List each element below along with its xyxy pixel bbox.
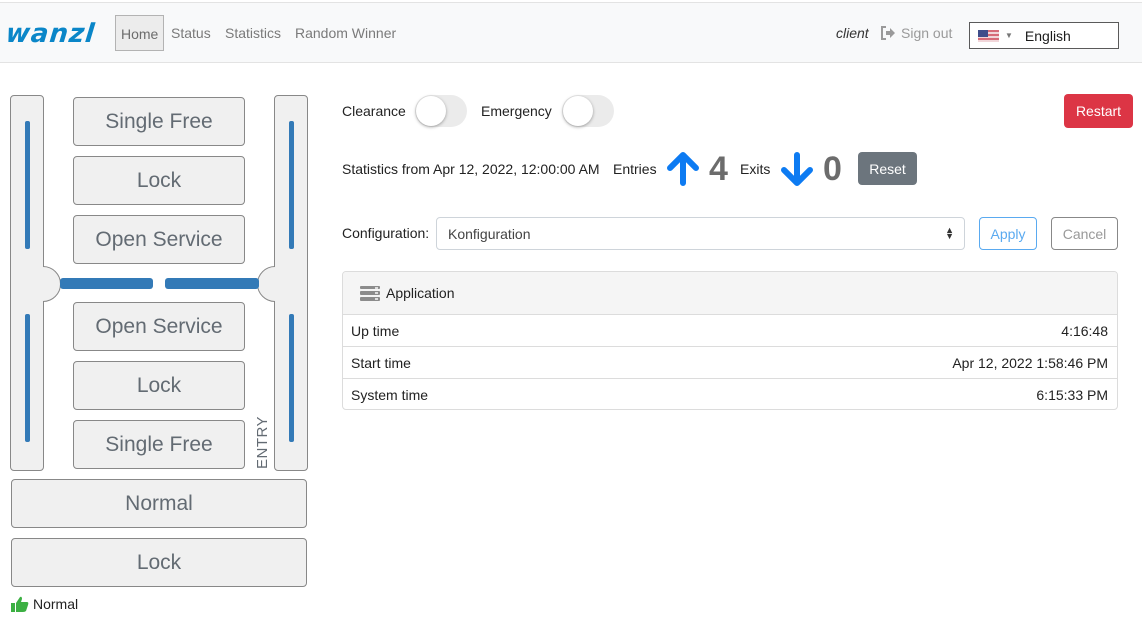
exits-label: Exits <box>740 161 771 177</box>
nav-statistics[interactable]: Statistics <box>225 15 281 51</box>
reset-button[interactable]: Reset <box>858 152 917 185</box>
info-label: Up time <box>351 322 400 339</box>
toggle-knob <box>416 96 446 126</box>
mode-lock-button[interactable]: Lock <box>11 538 307 587</box>
statistics-from: Statistics from Apr 12, 2022, 12:00:00 A… <box>342 161 600 177</box>
entries-label: Entries <box>613 161 657 177</box>
upper-mode-lock-button[interactable]: Lock <box>73 156 245 205</box>
info-row-up-time: Up time 4:16:48 <box>343 315 1117 347</box>
nav-status[interactable]: Status <box>171 15 211 51</box>
us-flag-icon <box>978 29 999 42</box>
arrow-down-icon <box>781 152 813 186</box>
clearance-toggle[interactable] <box>415 95 467 127</box>
gate-arm-left <box>60 278 153 289</box>
nav-random-winner[interactable]: Random Winner <box>295 15 396 51</box>
arrow-up-icon <box>667 152 699 186</box>
gate-status: Normal <box>11 596 78 612</box>
gate-post-right <box>274 95 308 471</box>
application-title: Application <box>386 285 455 301</box>
lower-mode-open-service-button[interactable]: Open Service <box>73 302 245 351</box>
info-label: System time <box>351 387 429 403</box>
post-indicator <box>25 121 30 249</box>
entry-label: ENTRY <box>254 415 271 469</box>
select-arrows-icon: ▲ ▼ <box>945 225 954 241</box>
cancel-button[interactable]: Cancel <box>1051 217 1118 250</box>
mode-normal-button[interactable]: Normal <box>11 479 307 528</box>
clearance-label: Clearance <box>342 103 406 119</box>
info-row-system-time: System time 6:15:33 PM <box>343 379 1117 409</box>
restart-button[interactable]: Restart <box>1064 94 1133 128</box>
navbar: wanzl Home Status Statistics Random Winn… <box>0 2 1142 63</box>
info-value: 4:16:48 <box>1061 322 1108 339</box>
emergency-toggle[interactable] <box>562 95 614 127</box>
server-icon <box>360 285 380 301</box>
post-indicator <box>289 121 294 249</box>
sign-out-link[interactable]: Sign out <box>880 25 952 41</box>
upper-mode-single-free-button[interactable]: Single Free <box>73 97 245 146</box>
nav-home[interactable]: Home <box>115 15 165 51</box>
lower-mode-single-free-button[interactable]: Single Free <box>73 420 245 469</box>
upper-mode-open-service-button[interactable]: Open Service <box>73 215 245 264</box>
sign-out-label: Sign out <box>901 25 953 41</box>
post-indicator <box>289 314 294 442</box>
lower-mode-lock-button[interactable]: Lock <box>73 361 245 410</box>
language-label: English <box>1024 27 1071 44</box>
info-value: Apr 12, 2022 1:58:46 PM <box>952 354 1108 371</box>
application-card-header: Application <box>343 272 1117 315</box>
thumbs-up-icon <box>11 596 29 612</box>
application-card: Application Up time 4:16:48 Start time A… <box>342 271 1118 410</box>
gate-post-left <box>10 95 44 471</box>
info-row-start-time: Start time Apr 12, 2022 1:58:46 PM <box>343 347 1117 379</box>
configuration-label: Configuration: <box>342 225 430 241</box>
gate-arm-right <box>165 278 259 289</box>
gate-status-label: Normal <box>33 596 79 612</box>
emergency-label: Emergency <box>481 103 552 119</box>
apply-button[interactable]: Apply <box>979 217 1037 250</box>
exits-count: 0 <box>823 150 842 188</box>
current-user: client <box>836 25 869 41</box>
toggle-knob <box>563 96 593 126</box>
language-select[interactable]: ▼ English <box>969 22 1119 49</box>
entries-count: 4 <box>709 150 728 188</box>
info-label: Start time <box>351 354 411 371</box>
sign-out-icon <box>881 26 895 40</box>
configuration-value: Konfiguration <box>448 225 531 242</box>
post-indicator <box>25 314 30 442</box>
info-value: 6:15:33 PM <box>1036 387 1108 403</box>
caret-down-icon: ▼ <box>1005 31 1013 40</box>
configuration-select[interactable]: Konfiguration ▲ ▼ <box>436 217 965 250</box>
wanzl-logo[interactable]: wanzl <box>4 19 96 49</box>
